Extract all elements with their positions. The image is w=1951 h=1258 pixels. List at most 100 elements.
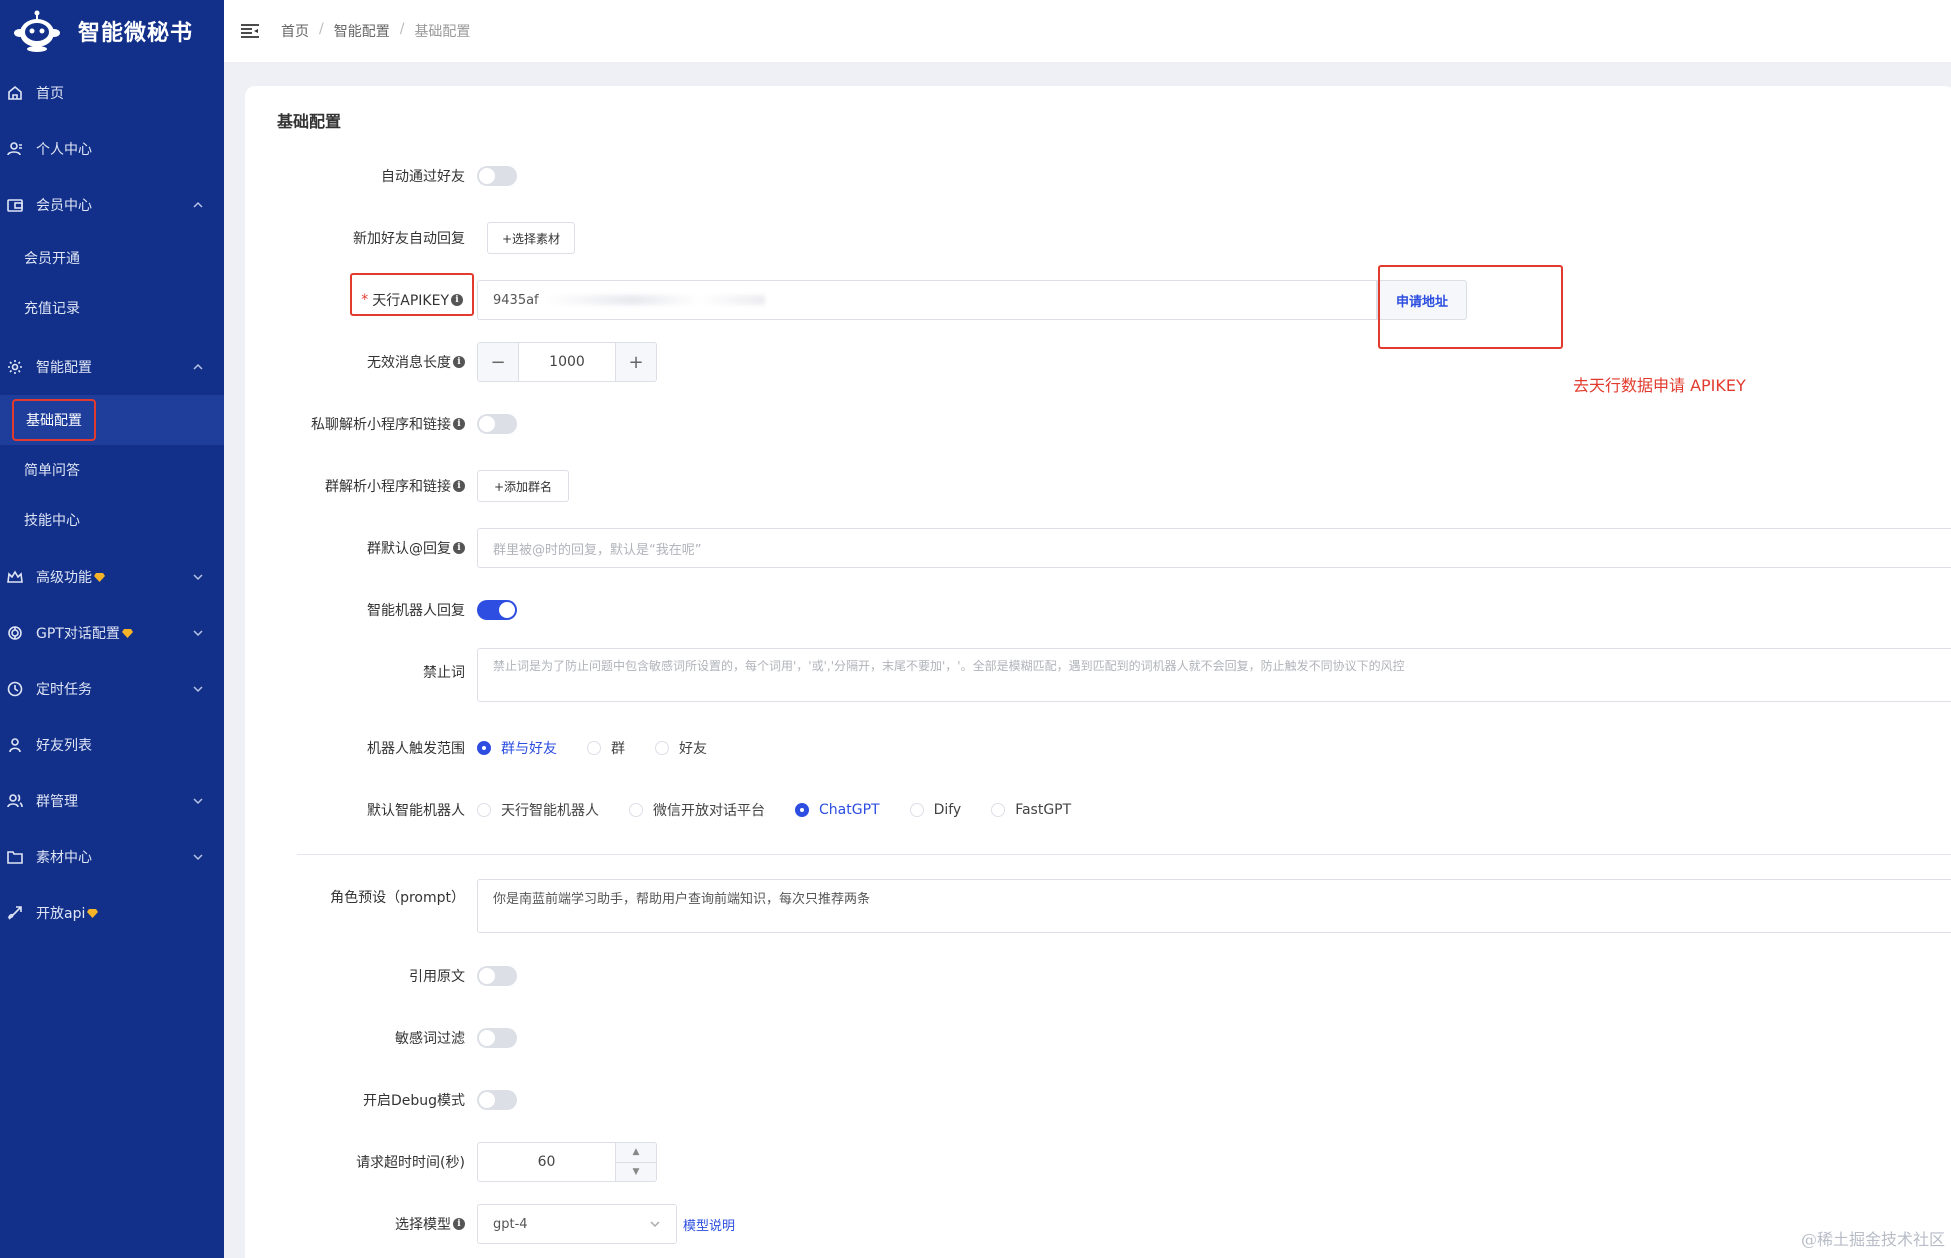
decrement-arrow-icon[interactable]: ▼: [616, 1163, 656, 1182]
form-row-trigger-scope: 机器人触发范围 群与好友 群 好友: [245, 728, 1951, 768]
radio-dot: [991, 803, 1006, 817]
select-material-button[interactable]: +选择素材: [487, 222, 576, 254]
user-icon: [6, 140, 24, 158]
breadcrumb-separator: /: [319, 21, 324, 37]
field-label-text: 群默认@回复: [367, 541, 451, 557]
sidebar-item-group-management[interactable]: 群管理: [0, 773, 224, 829]
form-row-forbidden-words: 禁止词 禁止词是为了防止问题中包含敏感词所设置的，每个词用'，'或','分隔开，…: [245, 648, 1951, 702]
auto-accept-friend-toggle[interactable]: [477, 166, 517, 186]
model-select[interactable]: gpt-4: [477, 1204, 677, 1244]
stepper-arrows: ▲ ▼: [616, 1143, 656, 1181]
apikey-input[interactable]: 9435af: [477, 280, 1377, 320]
sidebar-item-gpt-config[interactable]: GPT对话配置: [0, 605, 224, 661]
timeout-stepper: 60 ▲ ▼: [477, 1142, 657, 1182]
robot-logo-icon: [12, 9, 62, 53]
radio-dify[interactable]: Dify: [909, 802, 961, 818]
sidebar-subitem-basic-config[interactable]: 基础配置: [0, 395, 224, 445]
radio-label: 微信开放对话平台: [653, 803, 765, 819]
field-label: 禁止词: [423, 665, 465, 681]
breadcrumb-current: 基础配置: [414, 24, 471, 40]
annotation-text: 去天行数据申请 APIKEY: [1573, 376, 1746, 395]
folder-icon: [6, 848, 24, 866]
field-label-text: 私聊解析小程序和链接: [311, 417, 451, 433]
radio-dot: [477, 741, 491, 755]
sidebar-item-label: 技能中心: [24, 513, 80, 529]
sidebar-item-label: 高级功能: [36, 570, 92, 586]
stepper-value[interactable]: 60: [478, 1143, 616, 1181]
breadcrumb-home[interactable]: 首页: [281, 21, 309, 41]
quote-original-toggle[interactable]: [477, 966, 517, 986]
diamond-icon: [121, 628, 133, 638]
robot-reply-toggle[interactable]: [477, 600, 517, 620]
stepper-value[interactable]: 1000: [518, 343, 616, 381]
sidebar-item-smart-config[interactable]: 智能配置: [0, 339, 224, 395]
forbidden-words-textarea[interactable]: 禁止词是为了防止问题中包含敏感词所设置的，每个词用'，'或','分隔开，末尾不要…: [477, 648, 1951, 702]
sidebar-item-label: GPT对话配置: [36, 626, 120, 642]
breadcrumb-parent[interactable]: 智能配置: [334, 21, 390, 41]
field-label-text: 群解析小程序和链接: [325, 479, 451, 495]
debug-mode-toggle[interactable]: [477, 1090, 517, 1110]
info-icon: i: [453, 356, 465, 368]
top-header: 首页 / 智能配置 / 基础配置: [224, 0, 1951, 62]
radio-group-and-friend[interactable]: 群与好友: [477, 738, 557, 758]
sidebar-item-membership[interactable]: 会员中心: [0, 177, 224, 233]
chevron-up-icon: [192, 361, 204, 373]
group-default-reply-input[interactable]: 群里被@时的回复，默认是“我在呢”: [477, 528, 1951, 568]
chevron-down-icon: [192, 851, 204, 863]
radio-dot: [909, 803, 924, 817]
sidebar-item-friend-list[interactable]: 好友列表: [0, 717, 224, 773]
sidebar-item-label: 素材中心: [36, 850, 92, 866]
field-label: 无效消息长度 i: [367, 352, 465, 372]
sidebar-item-advanced[interactable]: 高级功能: [0, 549, 224, 605]
form-row-new-friend-reply: 新加好友自动回复 +选择素材: [245, 218, 1951, 258]
radio-label: 天行智能机器人: [501, 803, 599, 819]
sidebar-item-profile[interactable]: 个人中心: [0, 121, 224, 177]
chevron-down-icon: [192, 571, 204, 583]
radio-tianxing-robot[interactable]: 天行智能机器人: [477, 800, 599, 820]
radio-friend[interactable]: 好友: [655, 738, 707, 758]
menu-toggle-icon[interactable]: [241, 24, 259, 38]
sidebar-subitem-simple-qa[interactable]: 简单问答: [0, 445, 224, 495]
field-label: 开启Debug模式: [362, 1093, 465, 1109]
sensitive-filter-toggle[interactable]: [477, 1028, 517, 1048]
sidebar-item-label: 充值记录: [24, 301, 80, 317]
sidebar-item-home[interactable]: 首页: [0, 65, 224, 121]
model-description-link[interactable]: 模型说明: [683, 1215, 735, 1234]
invalid-length-stepper: − 1000 +: [477, 342, 657, 382]
sidebar-item-scheduled-tasks[interactable]: 定时任务: [0, 661, 224, 717]
field-label: 智能机器人回复: [367, 603, 465, 619]
increment-arrow-icon[interactable]: ▲: [616, 1143, 656, 1163]
input-placeholder: 群里被@时的回复，默认是“我在呢”: [493, 542, 702, 558]
private-parse-toggle[interactable]: [477, 414, 517, 434]
radio-dot: [629, 803, 643, 817]
field-label: 新加好友自动回复: [353, 231, 465, 247]
field-label: 请求超时时间(秒): [356, 1155, 465, 1171]
page-title: 基础配置: [277, 112, 342, 131]
role-prompt-textarea[interactable]: 你是南蓝前端学习助手，帮助用户查询前端知识，每次只推荐两条: [477, 879, 1951, 933]
radio-group[interactable]: 群: [587, 738, 625, 758]
sidebar-item-material-center[interactable]: 素材中心: [0, 829, 224, 885]
sidebar-subitem-recharge-records[interactable]: 充值记录: [0, 283, 224, 333]
increment-button[interactable]: +: [616, 343, 656, 381]
app-logo[interactable]: 智能微秘书: [0, 0, 224, 62]
watermark: @稀土掘金技术社区: [1800, 1230, 1945, 1249]
form-row-debug-mode: 开启Debug模式: [245, 1080, 1951, 1120]
sidebar-subitem-membership-open[interactable]: 会员开通: [0, 233, 224, 283]
field-label: 自动通过好友: [381, 169, 465, 185]
section-divider: [297, 854, 1951, 855]
openai-icon: [6, 624, 24, 642]
radio-fastgpt[interactable]: FastGPT: [991, 802, 1071, 818]
diamond-icon: [94, 572, 105, 582]
radio-wechat-platform[interactable]: 微信开放对话平台: [629, 800, 765, 820]
breadcrumb-separator: /: [399, 21, 405, 37]
sidebar-subitem-skill-center[interactable]: 技能中心: [0, 495, 224, 545]
add-group-name-button[interactable]: +添加群名: [477, 470, 570, 502]
radio-label: 群: [611, 741, 625, 757]
sidebar-item-open-api[interactable]: 开放api: [0, 885, 224, 941]
decrement-button[interactable]: −: [478, 343, 518, 381]
wallet-icon: [6, 196, 24, 214]
breadcrumb: 首页 / 智能配置 / 基础配置: [281, 21, 470, 41]
sidebar-menu: 首页 个人中心 会员中心 会员开通 充值记录 智能配置 基础配置 简单问答 技能…: [0, 65, 224, 941]
radio-chatgpt[interactable]: ChatGPT: [795, 802, 880, 818]
chevron-down-icon: [192, 683, 204, 695]
